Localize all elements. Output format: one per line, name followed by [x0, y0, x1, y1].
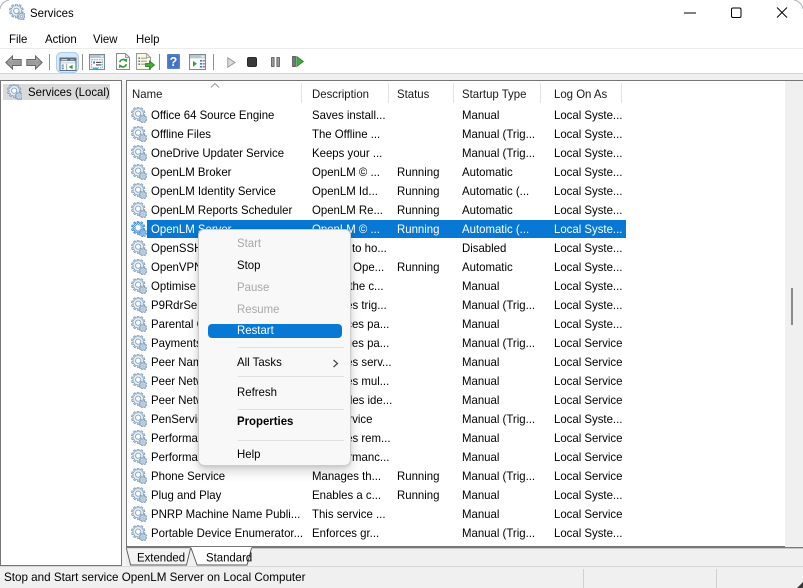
svg-text:?: ?	[170, 55, 178, 69]
svg-text:Extended: Extended	[137, 551, 185, 564]
svg-text:Standard: Standard	[206, 551, 252, 564]
